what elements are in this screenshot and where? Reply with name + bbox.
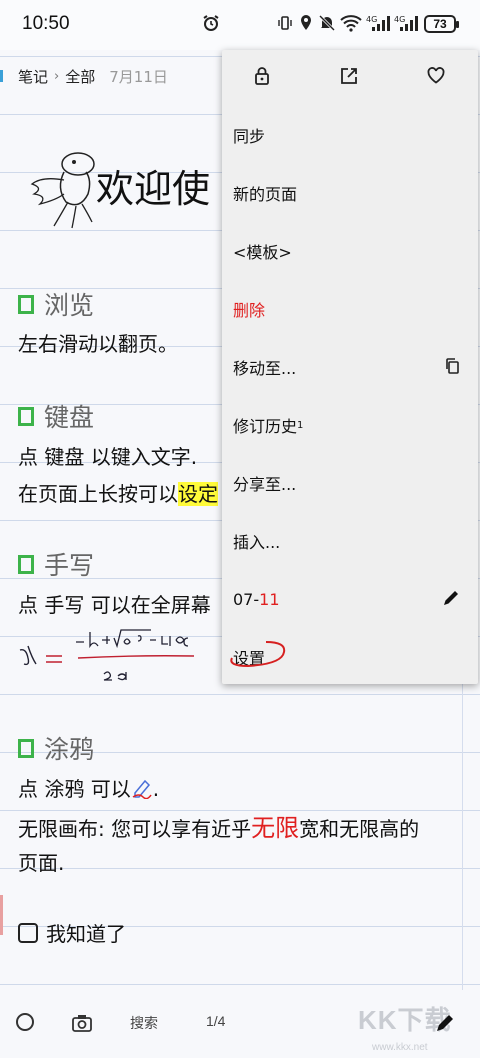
menu-item-new-page[interactable]: 新的页面 <box>222 164 478 222</box>
pen-icon[interactable] <box>434 1012 456 1034</box>
section-title: 手写 <box>44 551 95 580</box>
period: . <box>152 777 160 801</box>
section-title: 浏览 <box>44 291 95 320</box>
menu-item-label: 删除 <box>233 301 266 320</box>
menu-item-insert[interactable]: 插入... <box>222 512 478 570</box>
watermark-url: www.kkx.net <box>372 1042 428 1053</box>
date-day: 11 <box>259 589 280 609</box>
doodle-text-3: 页面. <box>18 851 65 875</box>
menu-item-label: 新的页面 <box>233 185 298 204</box>
bookmark-icon <box>18 407 34 426</box>
bookmark-icon <box>18 739 34 758</box>
checkbox-icon[interactable] <box>18 922 38 943</box>
location-icon <box>298 14 314 37</box>
doodle-text-2: 无限画布: 您可以享有近乎无限宽和无限高的 <box>18 808 419 843</box>
battery-indicator: 73 <box>424 15 459 33</box>
menu-item-delete[interactable]: 删除 <box>222 280 478 338</box>
vibrate-icon <box>276 14 294 37</box>
signal-4g-icon: 4G <box>366 14 390 37</box>
page-indicator: 1/4 <box>206 1013 226 1029</box>
mute-icon <box>318 14 336 37</box>
keyboard-text-2: 在页面上长按可以设定 <box>18 478 218 507</box>
acknowledge-checkbox[interactable]: 我知道了 <box>18 918 126 947</box>
handwritten-formula-icon <box>19 629 195 681</box>
bookmark-icon <box>18 295 34 314</box>
menu-item-label: <模板> <box>233 243 292 262</box>
svg-text:4G: 4G <box>366 15 377 24</box>
doodle-text-1-main: 点 涂鸦 可以 <box>18 777 131 801</box>
section-keyboard: 键盘 <box>18 398 94 434</box>
section-browse: 浏览 <box>18 286 94 322</box>
doodle-text-1: 点 涂鸦 可以. <box>18 773 159 802</box>
wifi-icon <box>340 14 362 37</box>
section-handwriting: 手写 <box>18 546 94 582</box>
highlighted-text: 设定 <box>178 482 218 506</box>
revision-count: 1 <box>297 419 304 431</box>
bookmark-icon <box>18 555 34 574</box>
edit-pencil-icon[interactable] <box>442 589 460 607</box>
alarm-icon <box>202 14 220 37</box>
section-marker <box>0 70 3 82</box>
menu-item-revision-history[interactable]: 修订历史 1 <box>222 396 478 454</box>
doodle-pen-icon <box>132 779 152 800</box>
browse-text: 左右滑动以翻页。 <box>18 332 178 356</box>
welcome-title: 欢迎使 <box>96 167 211 211</box>
svg-text:4G: 4G <box>394 15 405 24</box>
menu-item-label: 插入... <box>233 533 281 552</box>
breadcrumb-section[interactable]: 全部 <box>65 66 95 87</box>
menu-item-label: 07- <box>233 589 260 609</box>
handwriting-text: 点 手写 可以在全屏幕 <box>18 593 211 617</box>
menu-item-settings[interactable]: 设置 <box>222 628 478 686</box>
menu-item-label: 移动至... <box>233 359 297 378</box>
doodle-text-2-main: 无限画布: 您可以享有近乎 <box>18 817 252 841</box>
bird-doodle-icon <box>30 152 95 229</box>
menu-item-label: 同步 <box>233 127 266 146</box>
menu-item-template[interactable]: <模板> <box>222 222 478 280</box>
copy-icon[interactable] <box>444 357 460 375</box>
doodle-text-2-tail: 宽和无限高的 <box>299 817 420 841</box>
section-doodle: 涂鸦 <box>18 730 94 766</box>
menu-item-label: 分享至... <box>233 475 297 494</box>
breadcrumb-notebook[interactable]: 笔记 <box>18 66 48 87</box>
menu-item-share-to[interactable]: 分享至... <box>222 454 478 512</box>
emphasis-text: 无限 <box>251 814 300 842</box>
signal-4g-icon: 4G <box>394 14 418 37</box>
page-options-menu: 同步 新的页面 <模板> 删除 移动至... 修订历史 1 分享至... 插入..… <box>222 50 478 684</box>
open-external-icon[interactable] <box>340 67 358 85</box>
menu-item-page-date[interactable]: 07- 11 <box>222 570 478 628</box>
menu-icon-row <box>222 50 478 102</box>
record-button[interactable] <box>16 1013 34 1031</box>
section-title: 键盘 <box>44 403 95 432</box>
section-title: 涂鸦 <box>44 735 95 764</box>
heart-icon[interactable] <box>427 67 445 84</box>
keyboard-text-2-main: 在页面上长按可以 <box>18 482 178 506</box>
lock-icon[interactable] <box>254 67 270 85</box>
red-circle-annotation-icon <box>230 641 286 668</box>
breadcrumb: 笔记 › 全部 7月11日 <box>18 66 168 87</box>
breadcrumb-separator: › <box>54 69 60 84</box>
checkbox-label: 我知道了 <box>46 922 126 946</box>
left-edge-marker <box>0 895 3 935</box>
keyboard-text-1: 点 键盘 以键入文字. <box>18 445 198 469</box>
page-date: 7月11日 <box>109 68 168 86</box>
camera-icon[interactable] <box>72 1014 92 1032</box>
menu-item-move-to[interactable]: 移动至... <box>222 338 478 396</box>
menu-item-label: 修订历史 <box>233 417 298 436</box>
menu-item-sync[interactable]: 同步 <box>222 106 478 164</box>
status-bar: 10:50 4G 4G 73 <box>0 0 480 50</box>
status-time: 10:50 <box>22 13 70 34</box>
search-button[interactable]: 搜索 <box>130 1013 158 1033</box>
